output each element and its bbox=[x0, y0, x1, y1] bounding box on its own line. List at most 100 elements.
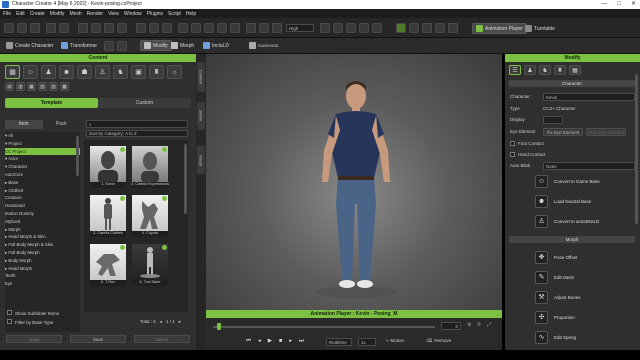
edit-mesh-button[interactable]: ✎ Edit Mesh bbox=[535, 270, 625, 284]
list-icon[interactable]: ▥ bbox=[16, 82, 25, 91]
tree-item[interactable]: ▸ Full Body Morph bbox=[5, 249, 80, 257]
character-kevin-figure[interactable] bbox=[206, 54, 502, 310]
turntable-button[interactable]: Turntable bbox=[522, 23, 558, 34]
auto-eye-element-button[interactable]: Auto Eye Element bbox=[586, 127, 626, 136]
hand-contact-row[interactable]: Hand Contact bbox=[510, 150, 635, 159]
tree-scrollbar[interactable] bbox=[76, 136, 79, 176]
show-subfolder-option[interactable]: Show Subfolder Items bbox=[7, 310, 59, 316]
checkbox[interactable] bbox=[510, 152, 515, 157]
tree-item[interactable]: ▸ Clothed bbox=[5, 187, 80, 195]
tree-item[interactable]: ▾ Project bbox=[5, 140, 80, 148]
tab-template[interactable]: Template bbox=[5, 98, 98, 108]
tab-content-side[interactable]: Content bbox=[197, 62, 205, 92]
project-icon[interactable]: ▦ bbox=[5, 65, 20, 79]
wireframe-icon[interactable] bbox=[259, 23, 269, 33]
step-back-icon[interactable]: ◂ bbox=[258, 338, 261, 345]
skin-icon[interactable]: ☻ bbox=[59, 65, 74, 79]
stop-icon[interactable]: ■ bbox=[279, 338, 282, 345]
render-icon[interactable] bbox=[162, 23, 172, 33]
tree-item[interactable]: ▸ Head Morph bbox=[5, 265, 80, 273]
tab-scene-side[interactable]: Scene bbox=[197, 102, 205, 130]
light-category-icon[interactable]: ☼ bbox=[167, 65, 182, 79]
tab-visual-side[interactable]: Visual bbox=[197, 146, 205, 174]
light-icon[interactable] bbox=[149, 23, 159, 33]
tree-item[interactable]: ▸ Body Morph bbox=[5, 257, 80, 265]
auto-blink-select[interactable]: None bbox=[543, 161, 635, 170]
proportion-button[interactable]: ✣ Proportion bbox=[535, 310, 625, 324]
display-select[interactable] bbox=[543, 115, 563, 124]
pose-icon[interactable] bbox=[396, 23, 406, 33]
menu-render[interactable]: Render bbox=[87, 11, 103, 17]
3d-viewport[interactable] bbox=[206, 54, 502, 310]
lighting-icon[interactable] bbox=[320, 23, 330, 33]
tree-item[interactable]: Eye bbox=[5, 280, 80, 288]
timeline-track[interactable] bbox=[213, 326, 435, 328]
smooth-icon[interactable] bbox=[104, 41, 114, 51]
fix-eye-element-button[interactable]: Fix Eye Element bbox=[543, 127, 583, 136]
content-search-input[interactable]: ⌕ bbox=[86, 120, 188, 128]
checkbox[interactable] bbox=[7, 319, 12, 324]
save-icon[interactable] bbox=[30, 23, 40, 33]
menu-mesh[interactable]: Mesh bbox=[69, 11, 81, 17]
thumb-icon[interactable]: ▦ bbox=[27, 82, 36, 91]
tree-item[interactable]: ▸ Head Morph & Skin bbox=[5, 233, 80, 241]
animation-player-button[interactable]: Animation Player bbox=[472, 23, 527, 34]
modify-button[interactable]: Modify bbox=[140, 40, 172, 51]
attributes-icon[interactable]: ☰ bbox=[509, 65, 521, 75]
motion-tab-icon[interactable]: ♞ bbox=[539, 65, 551, 75]
shadow-icon[interactable] bbox=[333, 23, 343, 33]
remove-menu[interactable]: ⌫ Remove bbox=[426, 338, 451, 344]
tab-custom[interactable]: Custom bbox=[98, 98, 191, 108]
camera-icon[interactable] bbox=[136, 23, 146, 33]
menu-script[interactable]: Script bbox=[168, 11, 181, 17]
pose-offset-button[interactable]: ✥ Pose Offset bbox=[535, 250, 625, 264]
menu-plugins[interactable]: Plugins bbox=[147, 11, 163, 17]
thumbnail-camila-clothes[interactable]: 3. Camila Clothes bbox=[90, 195, 126, 237]
minimize-button[interactable]: — bbox=[601, 0, 607, 9]
menu-modify[interactable]: Modify bbox=[50, 11, 65, 17]
filter-base-option[interactable]: Filter by Base Type bbox=[7, 319, 53, 325]
view-icon[interactable] bbox=[191, 23, 201, 33]
frame-icon[interactable] bbox=[246, 23, 256, 33]
folder-icon[interactable]: ▧ bbox=[38, 82, 47, 91]
scale-icon[interactable] bbox=[117, 23, 127, 33]
morph-button[interactable]: Morph bbox=[168, 40, 197, 51]
subdivide-button[interactable]: SUBDIVIDE bbox=[246, 40, 281, 51]
modify-scrollbar[interactable] bbox=[635, 74, 638, 224]
ruler-icon[interactable] bbox=[435, 23, 445, 33]
thumbnail-camila-expressions[interactable]: 2. Camila Expressions bbox=[131, 146, 169, 188]
pose-category-icon[interactable]: ♞ bbox=[113, 65, 128, 79]
tree-item[interactable]: ▾ All bbox=[5, 132, 80, 140]
maximize-button[interactable]: □ bbox=[617, 0, 621, 9]
menu-window[interactable]: Window bbox=[124, 11, 142, 17]
checkbox[interactable] bbox=[510, 141, 515, 146]
tree-item[interactable]: ▾ Actor bbox=[5, 155, 80, 163]
convert-game-base-button[interactable]: ☺ Convert to Game Base bbox=[535, 174, 625, 188]
apply-button[interactable]: Apply bbox=[6, 335, 62, 343]
move-icon[interactable] bbox=[91, 23, 101, 33]
morph-category-icon[interactable]: ♟ bbox=[41, 65, 56, 79]
tree-item[interactable]: AutoCore bbox=[5, 171, 80, 179]
save-button[interactable]: Save bbox=[70, 335, 126, 343]
foot-contact-row[interactable]: Foot Contact bbox=[510, 139, 635, 148]
close-button[interactable]: ✕ bbox=[631, 0, 636, 9]
all-icon[interactable]: ▤ bbox=[5, 82, 14, 91]
character-name-input[interactable]: Kevin bbox=[543, 92, 635, 101]
quality-select[interactable]: High bbox=[286, 24, 314, 32]
menu-edit[interactable]: Edit bbox=[16, 11, 25, 17]
open-folder-icon[interactable] bbox=[17, 23, 27, 33]
menu-create[interactable]: Create bbox=[30, 11, 45, 17]
select-icon[interactable] bbox=[78, 23, 88, 33]
grid-scrollbar[interactable] bbox=[184, 144, 187, 214]
thumbnail-trex[interactable]: 5. T-Rex bbox=[90, 244, 126, 286]
step-forward-icon[interactable]: ▸ bbox=[289, 338, 292, 345]
tree-item-selected[interactable]: CC Project bbox=[5, 147, 80, 156]
thumbnail-kevin[interactable]: 1. Kevin bbox=[90, 146, 126, 188]
hair-icon[interactable]: ☗ bbox=[77, 65, 92, 79]
gizmo-icon[interactable] bbox=[409, 23, 419, 33]
rotate-icon[interactable] bbox=[104, 23, 114, 33]
cloth-icon[interactable]: ♙ bbox=[95, 65, 110, 79]
checkbox[interactable] bbox=[7, 310, 12, 315]
convert-actorbuild-button[interactable]: ♙ Convert to actorBUILD bbox=[535, 214, 625, 228]
prop-icon[interactable]: ▣ bbox=[131, 65, 146, 79]
